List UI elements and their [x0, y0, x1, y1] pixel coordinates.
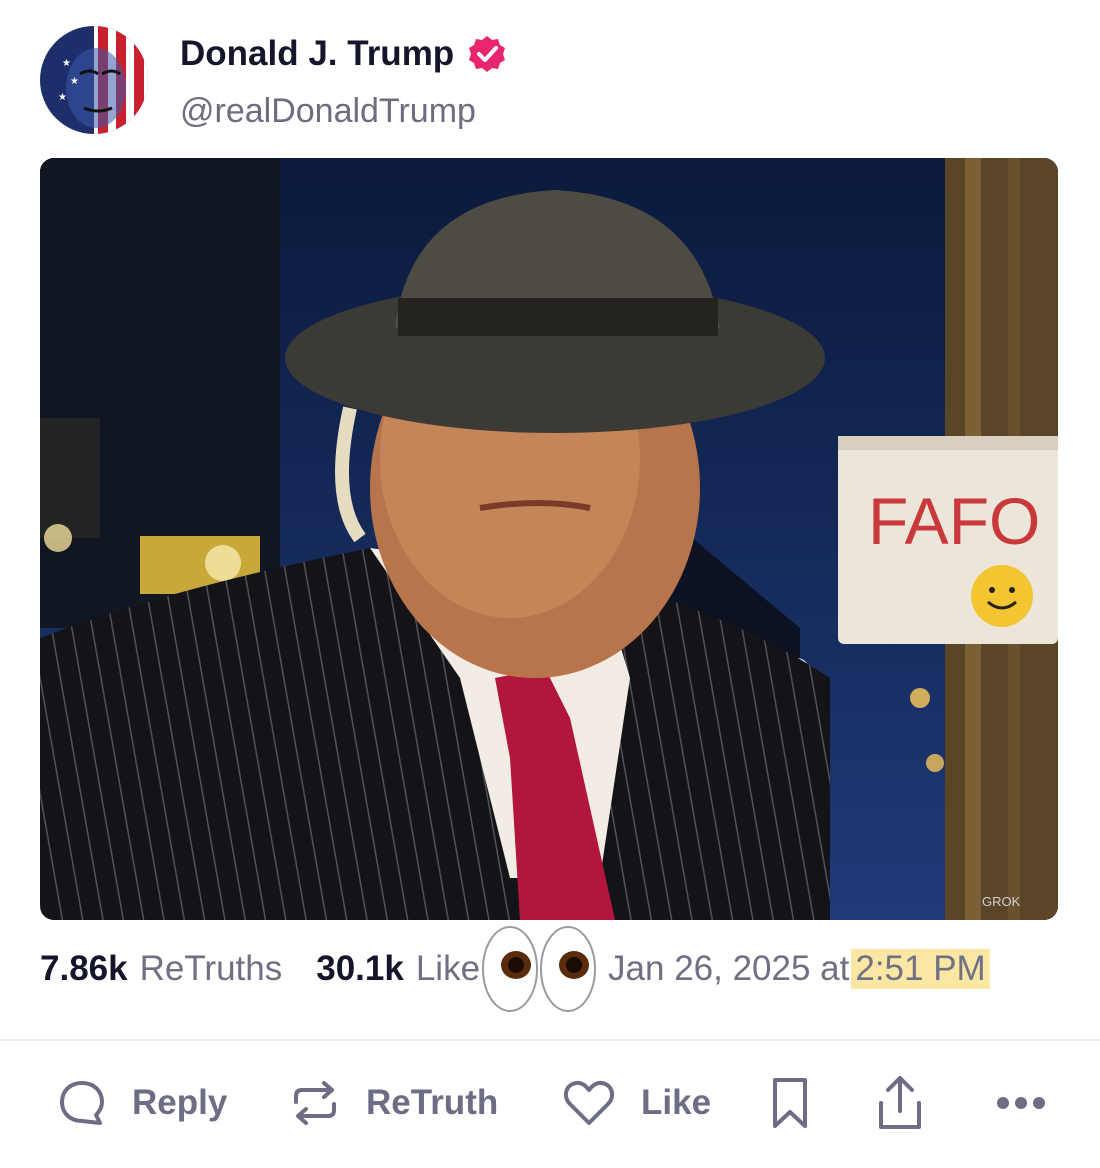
author-name[interactable]: Donald J. Trump — [180, 34, 454, 74]
retruth-label: ReTruth — [366, 1083, 499, 1122]
like-label: Like — [641, 1083, 712, 1122]
author-name-row: Donald J. Trump — [180, 34, 506, 74]
heart-icon — [563, 1080, 615, 1125]
man-in-fedora-and-pinstripe-suit-photo-icon: FAFO GROK — [40, 158, 1058, 920]
likes-label[interactable]: Like — [416, 949, 480, 989]
like-button[interactable]: Like — [563, 1070, 711, 1136]
retruths-count[interactable]: 7.86k — [40, 949, 128, 989]
post-image[interactable]: FAFO GROK — [40, 158, 1058, 920]
retruth-button[interactable]: ReTruth — [290, 1070, 498, 1136]
reply-icon — [60, 1081, 104, 1125]
more-options-button[interactable] — [996, 1070, 1046, 1136]
author-handle[interactable]: @realDonaldTrump — [180, 92, 476, 131]
reply-label: Reply — [132, 1083, 228, 1122]
post-date: Jan 26, 2025 at — [608, 949, 850, 988]
bookmark-button[interactable] — [771, 1070, 809, 1136]
share-icon — [879, 1076, 921, 1129]
likes-count[interactable]: 30.1k — [316, 949, 404, 989]
svg-text:★: ★ — [62, 58, 71, 69]
flag-painted-face-avatar-icon: ★ ★ ★ — [40, 26, 148, 134]
reply-button[interactable]: Reply — [58, 1070, 227, 1136]
retruth-icon — [294, 1081, 336, 1125]
svg-text:★: ★ — [58, 92, 67, 103]
grok-watermark: GROK — [982, 894, 1021, 909]
post-time: 2:51 PM — [851, 949, 990, 989]
eyes-emoji-icon — [480, 926, 598, 1016]
avatar[interactable]: ★ ★ ★ — [40, 26, 148, 134]
post-stats: 7.86k ReTruths 30.1k Like Jan 26, 2025 a… — [40, 926, 1070, 1012]
more-dots-icon — [997, 1097, 1045, 1109]
bookmark-icon — [773, 1078, 807, 1128]
share-button[interactable] — [876, 1070, 924, 1136]
verified-badge-icon — [469, 36, 506, 72]
svg-text:★: ★ — [70, 76, 79, 87]
divider — [0, 1039, 1100, 1041]
sign-text: FAFO — [868, 484, 1040, 558]
action-bar: Reply ReTruth Like — [0, 1070, 1100, 1136]
retruths-label[interactable]: ReTruths — [140, 949, 283, 989]
